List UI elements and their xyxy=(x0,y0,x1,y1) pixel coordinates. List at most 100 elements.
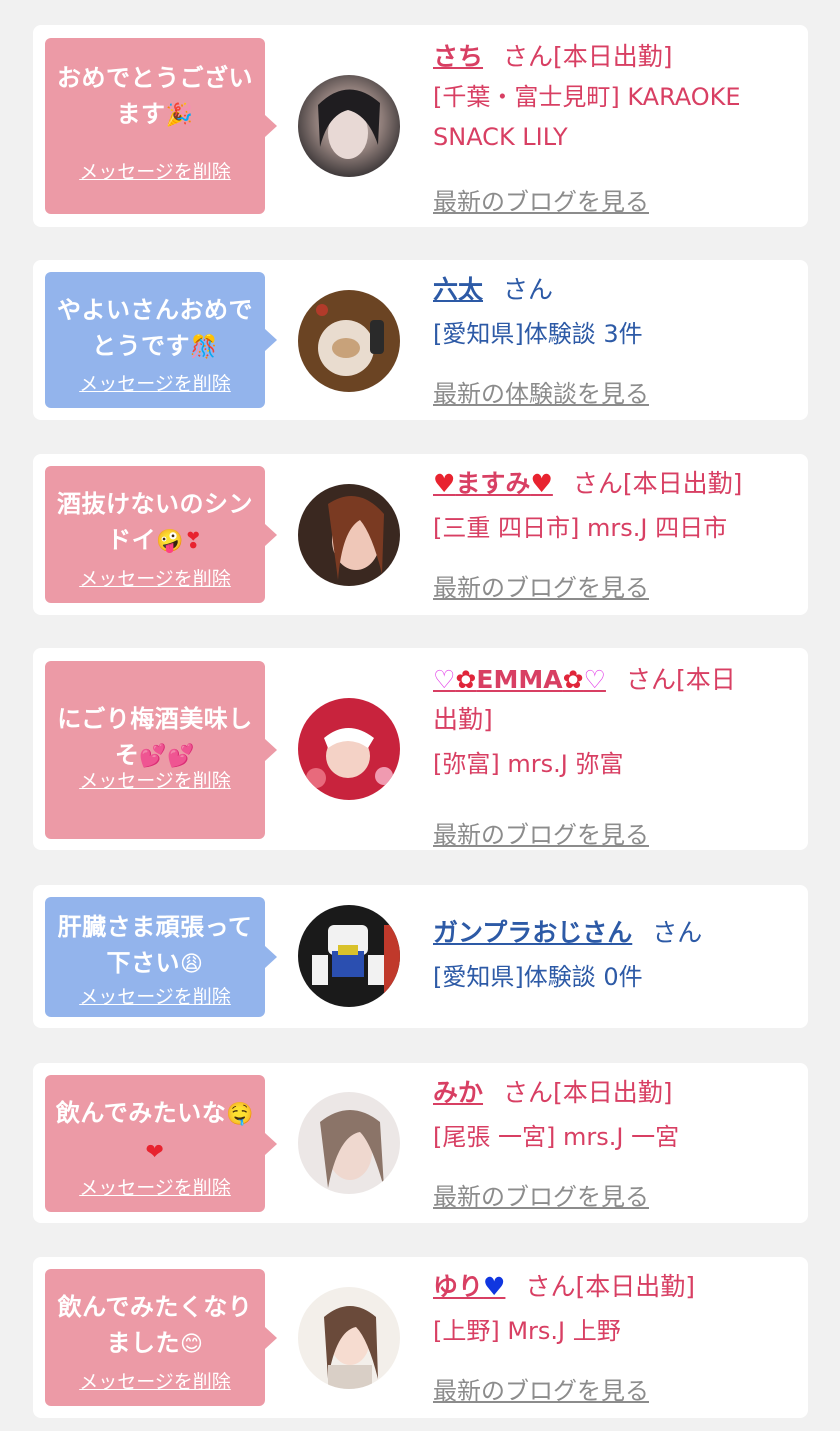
location-line: [千葉・富士見町] KARAOKE xyxy=(433,83,741,111)
message-text: おめでとうござい ます🎉 xyxy=(53,60,257,134)
message-line: ます xyxy=(116,100,166,128)
avatar[interactable] xyxy=(298,1092,400,1194)
user-info: みか さん[本日出勤] [尾張 一宮] mrs.J 一宮 最新のブログを見る xyxy=(433,1073,790,1211)
message-list: おめでとうござい ます🎉 メッセージを削除 さち さん[本日出勤] [千葉・富士見… xyxy=(0,0,840,1431)
user-name-suffix: さん[本日出勤] xyxy=(503,42,673,71)
user-name-link[interactable]: 六太 xyxy=(433,275,483,304)
message-text: 酒抜けないのシン ドイ🤪❣ xyxy=(53,486,257,560)
message-card: 飲んでみたくなり ました😊 メッセージを削除 ゆり♥ さん[本日出勤] [上野] … xyxy=(33,1257,808,1418)
message-line: ドイ xyxy=(107,526,157,554)
shop-location: [尾張 一宮] mrs.J 一宮 xyxy=(433,1123,680,1151)
name-line: ♥ますみ♥ さん[本日出勤] xyxy=(433,464,790,504)
latest-review-link[interactable]: 最新の体験談を見る xyxy=(433,374,649,409)
message-text: 飲んでみたくなり ました😊 xyxy=(53,1289,257,1363)
message-text: やよいさんおめで とうです🎊 xyxy=(53,292,257,366)
latest-blog-link[interactable]: 最新のブログを見る xyxy=(433,815,649,850)
message-line: おめでとうござい xyxy=(57,64,253,92)
delete-message-link[interactable]: メッセージを削除 xyxy=(45,157,265,184)
name-line: 六太 さん xyxy=(433,270,790,310)
user-info: 六太 さん [愛知県]体験談 3件 最新の体験談を見る xyxy=(433,270,790,408)
message-bubble: 酒抜けないのシン ドイ🤪❣ メッセージを削除 xyxy=(45,466,277,603)
weary-face-icon: 😩 xyxy=(180,952,204,977)
user-name-link[interactable]: ゆり♥ xyxy=(433,1272,505,1301)
review-count: [愛知県]体験談 3件 xyxy=(433,320,643,348)
delete-message-link[interactable]: メッセージを削除 xyxy=(45,766,265,793)
message-text: にごり梅酒美味し そ💕💕 xyxy=(53,701,257,775)
shop-location: [千葉・富士見町] KARAOKE SNACK LILY xyxy=(433,77,790,157)
avatar[interactable] xyxy=(298,1287,400,1389)
name-line: ガンプラおじさん さん xyxy=(433,913,790,953)
user-name-link[interactable]: ガンプラおじさん xyxy=(433,918,632,947)
user-name-suffix: 出勤] xyxy=(433,705,493,734)
smiling-face-icon: 😊 xyxy=(180,1332,204,1357)
message-card: 飲んでみたいな🤤 ❤ メッセージを削除 みか さん[本日出勤] [尾張 一宮] m… xyxy=(33,1063,808,1223)
location-line: SNACK LILY xyxy=(433,123,568,151)
blue-heart-icon: ♥ xyxy=(483,1272,506,1301)
avatar[interactable] xyxy=(298,905,400,1007)
avatar[interactable] xyxy=(298,484,400,586)
delete-message-link[interactable]: メッセージを削除 xyxy=(45,1173,265,1200)
rose-icon: ✿ xyxy=(562,665,584,694)
message-line: 飲んでみたいな xyxy=(55,1099,227,1127)
delete-message-link[interactable]: メッセージを削除 xyxy=(45,564,265,591)
heart-icon: ♡ xyxy=(433,665,456,694)
message-line: 下さい xyxy=(106,949,181,977)
message-card: 肝臓さま頑張って 下さい😩 メッセージを削除 ガンプラおじさん さん [愛知県]体… xyxy=(33,885,808,1028)
message-line: 飲んでみたくなり xyxy=(57,1293,253,1321)
user-name-suffix: さん[本日出勤] xyxy=(572,469,743,498)
drooling-face-icon: 🤤 xyxy=(226,1102,255,1127)
avatar[interactable] xyxy=(298,290,400,392)
latest-blog-link[interactable]: 最新のブログを見る xyxy=(433,1371,649,1406)
user-info: ゆり♥ さん[本日出勤] [上野] Mrs.J 上野 最新のブログを見る xyxy=(433,1267,790,1405)
latest-blog-link[interactable]: 最新のブログを見る xyxy=(433,1177,649,1212)
user-info: ♡✿EMMA✿♡ さん[本日 出勤] [弥富] mrs.J 弥富 最新のブログを見… xyxy=(433,660,790,849)
message-bubble: 飲んでみたくなり ました😊 メッセージを削除 xyxy=(45,1269,277,1406)
user-name-link[interactable]: ♡✿EMMA✿♡ xyxy=(433,665,606,694)
name-line: みか さん[本日出勤] xyxy=(433,1073,790,1113)
user-name-link[interactable]: さち xyxy=(433,42,483,71)
user-info: さち さん[本日出勤] [千葉・富士見町] KARAOKE SNACK LILY … xyxy=(433,37,790,216)
message-line: ました xyxy=(106,1329,181,1357)
heart-icon: ♥ xyxy=(433,469,456,498)
shop-location: [三重 四日市] mrs.J 四日市 xyxy=(433,514,728,542)
message-text: 肝臓さま頑張って 下さい😩 xyxy=(53,909,257,983)
user-name-suffix: さん xyxy=(503,275,554,304)
red-heart-icon: ❤ xyxy=(145,1140,165,1165)
user-name-suffix: さん[本日 xyxy=(625,665,736,694)
message-line: とうです xyxy=(92,332,191,360)
heart-icon: ♡ xyxy=(583,665,606,694)
user-name-link[interactable]: みか xyxy=(433,1078,483,1107)
message-bubble: やよいさんおめで とうです🎊 メッセージを削除 xyxy=(45,272,277,408)
delete-message-link[interactable]: メッセージを削除 xyxy=(45,982,265,1009)
delete-message-link[interactable]: メッセージを削除 xyxy=(45,369,265,396)
latest-blog-link[interactable]: 最新のブログを見る xyxy=(433,568,649,603)
user-name-suffix: さん[本日出勤] xyxy=(525,1272,695,1301)
name-line: さち さん[本日出勤] xyxy=(433,37,790,77)
message-text: 飲んでみたいな🤤 ❤ xyxy=(53,1095,257,1171)
user-info: ♥ますみ♥ さん[本日出勤] [三重 四日市] mrs.J 四日市 最新のブログを… xyxy=(433,464,790,602)
shop-location: [上野] Mrs.J 上野 xyxy=(433,1317,621,1345)
message-line: にごり梅酒美味し xyxy=(57,705,253,733)
avatar[interactable] xyxy=(298,75,400,177)
message-line: 酒抜けないのシン xyxy=(57,490,253,518)
party-popper-icon: 🎉 xyxy=(165,103,194,128)
message-card: にごり梅酒美味し そ💕💕 メッセージを削除 ♡✿EMMA✿♡ さん[本日 出勤] … xyxy=(33,648,808,850)
message-card: 酒抜けないのシン ドイ🤪❣ メッセージを削除 ♥ますみ♥ さん[本日出勤] [三重… xyxy=(33,454,808,615)
latest-blog-link[interactable]: 最新のブログを見る xyxy=(433,182,649,217)
message-bubble: 肝臓さま頑張って 下さい😩 メッセージを削除 xyxy=(45,897,277,1017)
message-bubble: 飲んでみたいな🤤 ❤ メッセージを削除 xyxy=(45,1075,277,1212)
message-line: そ xyxy=(114,741,140,769)
heart-icon: ♥ xyxy=(530,469,553,498)
user-info: ガンプラおじさん さん [愛知県]体験談 0件 xyxy=(433,913,790,997)
name-line: ♡✿EMMA✿♡ さん[本日 出勤] xyxy=(433,660,790,740)
confetti-ball-icon: 🎊 xyxy=(190,335,218,360)
message-line: 肝臓さま頑張って xyxy=(57,913,253,941)
name-line: ゆり♥ さん[本日出勤] xyxy=(433,1267,790,1307)
message-line: やよいさんおめで xyxy=(57,296,253,324)
user-name-link[interactable]: ♥ますみ♥ xyxy=(433,469,553,498)
delete-message-link[interactable]: メッセージを削除 xyxy=(45,1367,265,1394)
user-name-text: ますみ xyxy=(455,469,531,498)
shop-location: [弥富] mrs.J 弥富 xyxy=(433,750,624,778)
user-name-suffix: さん xyxy=(652,918,703,947)
avatar[interactable] xyxy=(298,698,400,800)
